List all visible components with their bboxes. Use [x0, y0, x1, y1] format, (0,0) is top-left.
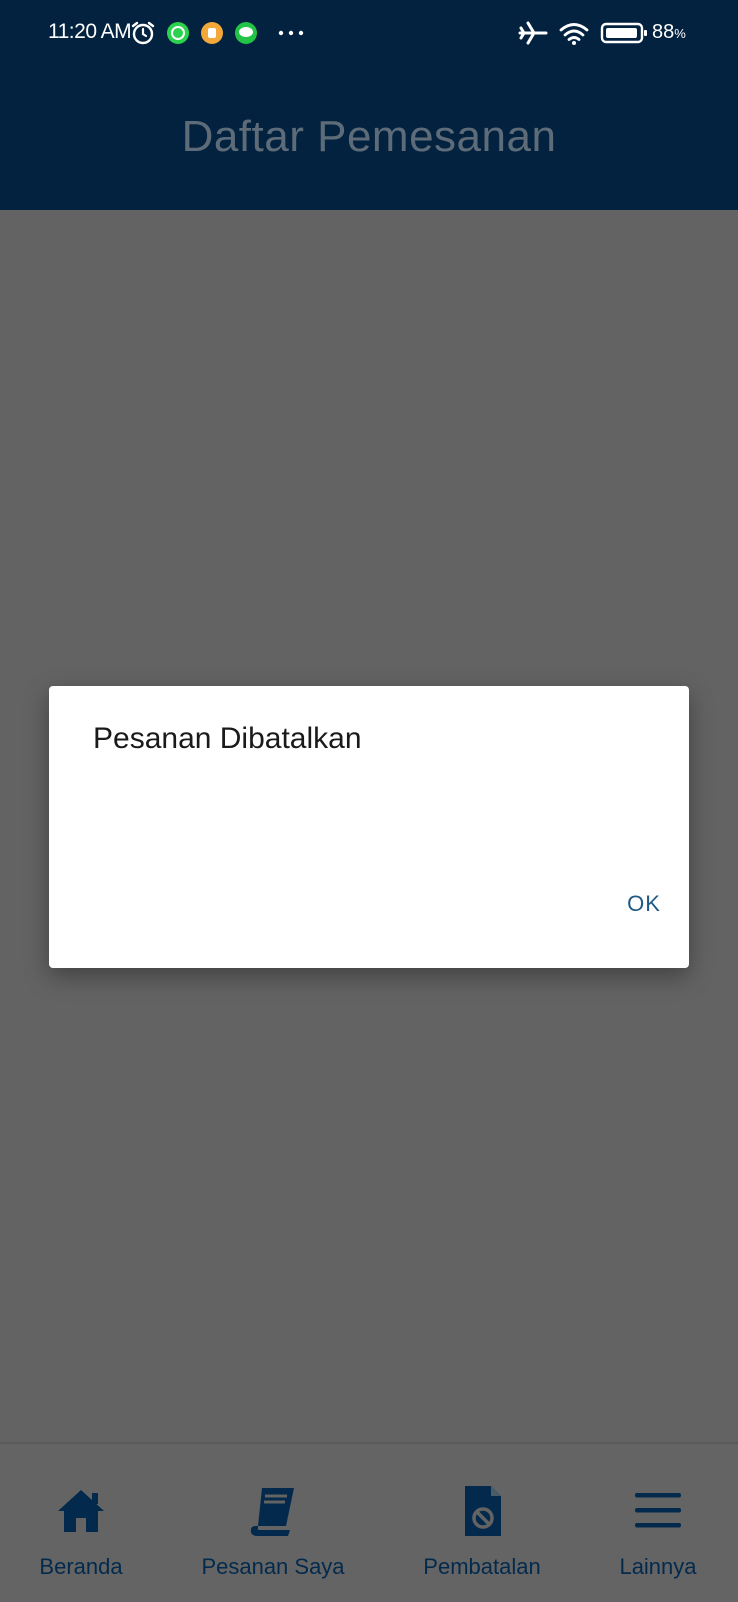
nav-item-beranda[interactable]: Beranda [0, 1444, 181, 1602]
battery-value: 88 [652, 21, 675, 43]
line-icon [235, 22, 257, 44]
page-title: Daftar Pemesanan [181, 112, 557, 161]
nav-item-pembatalan[interactable]: Pembatalan [382, 1444, 582, 1602]
nav-label-beranda: Beranda [39, 1554, 123, 1579]
home-icon [58, 1490, 104, 1532]
nav-item-pesanan-saya[interactable]: Pesanan Saya [173, 1444, 373, 1602]
more-dots-icon [278, 30, 304, 36]
nav-label-pesanan-saya: Pesanan Saya [201, 1554, 345, 1579]
bottom-navigation: Beranda Pesanan Saya Pembatalan Lainnya [0, 1442, 738, 1602]
whatsapp-icon [167, 22, 189, 44]
dialog-title: Pesanan Dibatalkan [93, 722, 362, 755]
status-time: 11:20 AM [48, 20, 132, 43]
menu-icon [635, 1493, 681, 1528]
alert-dialog: Pesanan Dibatalkan OK [49, 686, 689, 968]
book-icon [250, 1488, 294, 1536]
nav-label-pembatalan: Pembatalan [423, 1554, 541, 1579]
nav-label-lainnya: Lainnya [619, 1554, 697, 1579]
notification-app-icon [201, 22, 223, 44]
battery-unit: % [674, 26, 686, 41]
battery-icon [600, 22, 647, 44]
app-header: 11:20 AM 88% Daftar Pemesanan [0, 0, 738, 210]
ok-button[interactable]: OK [609, 882, 679, 926]
battery-percentage: 88% [652, 21, 686, 44]
cancel-document-icon [465, 1486, 501, 1536]
wifi-icon [559, 23, 589, 45]
alarm-icon [131, 21, 155, 45]
nav-item-lainnya[interactable]: Lainnya [558, 1444, 738, 1602]
airplane-mode-icon [518, 21, 548, 45]
status-bar: 11:20 AM 88% [0, 0, 738, 66]
